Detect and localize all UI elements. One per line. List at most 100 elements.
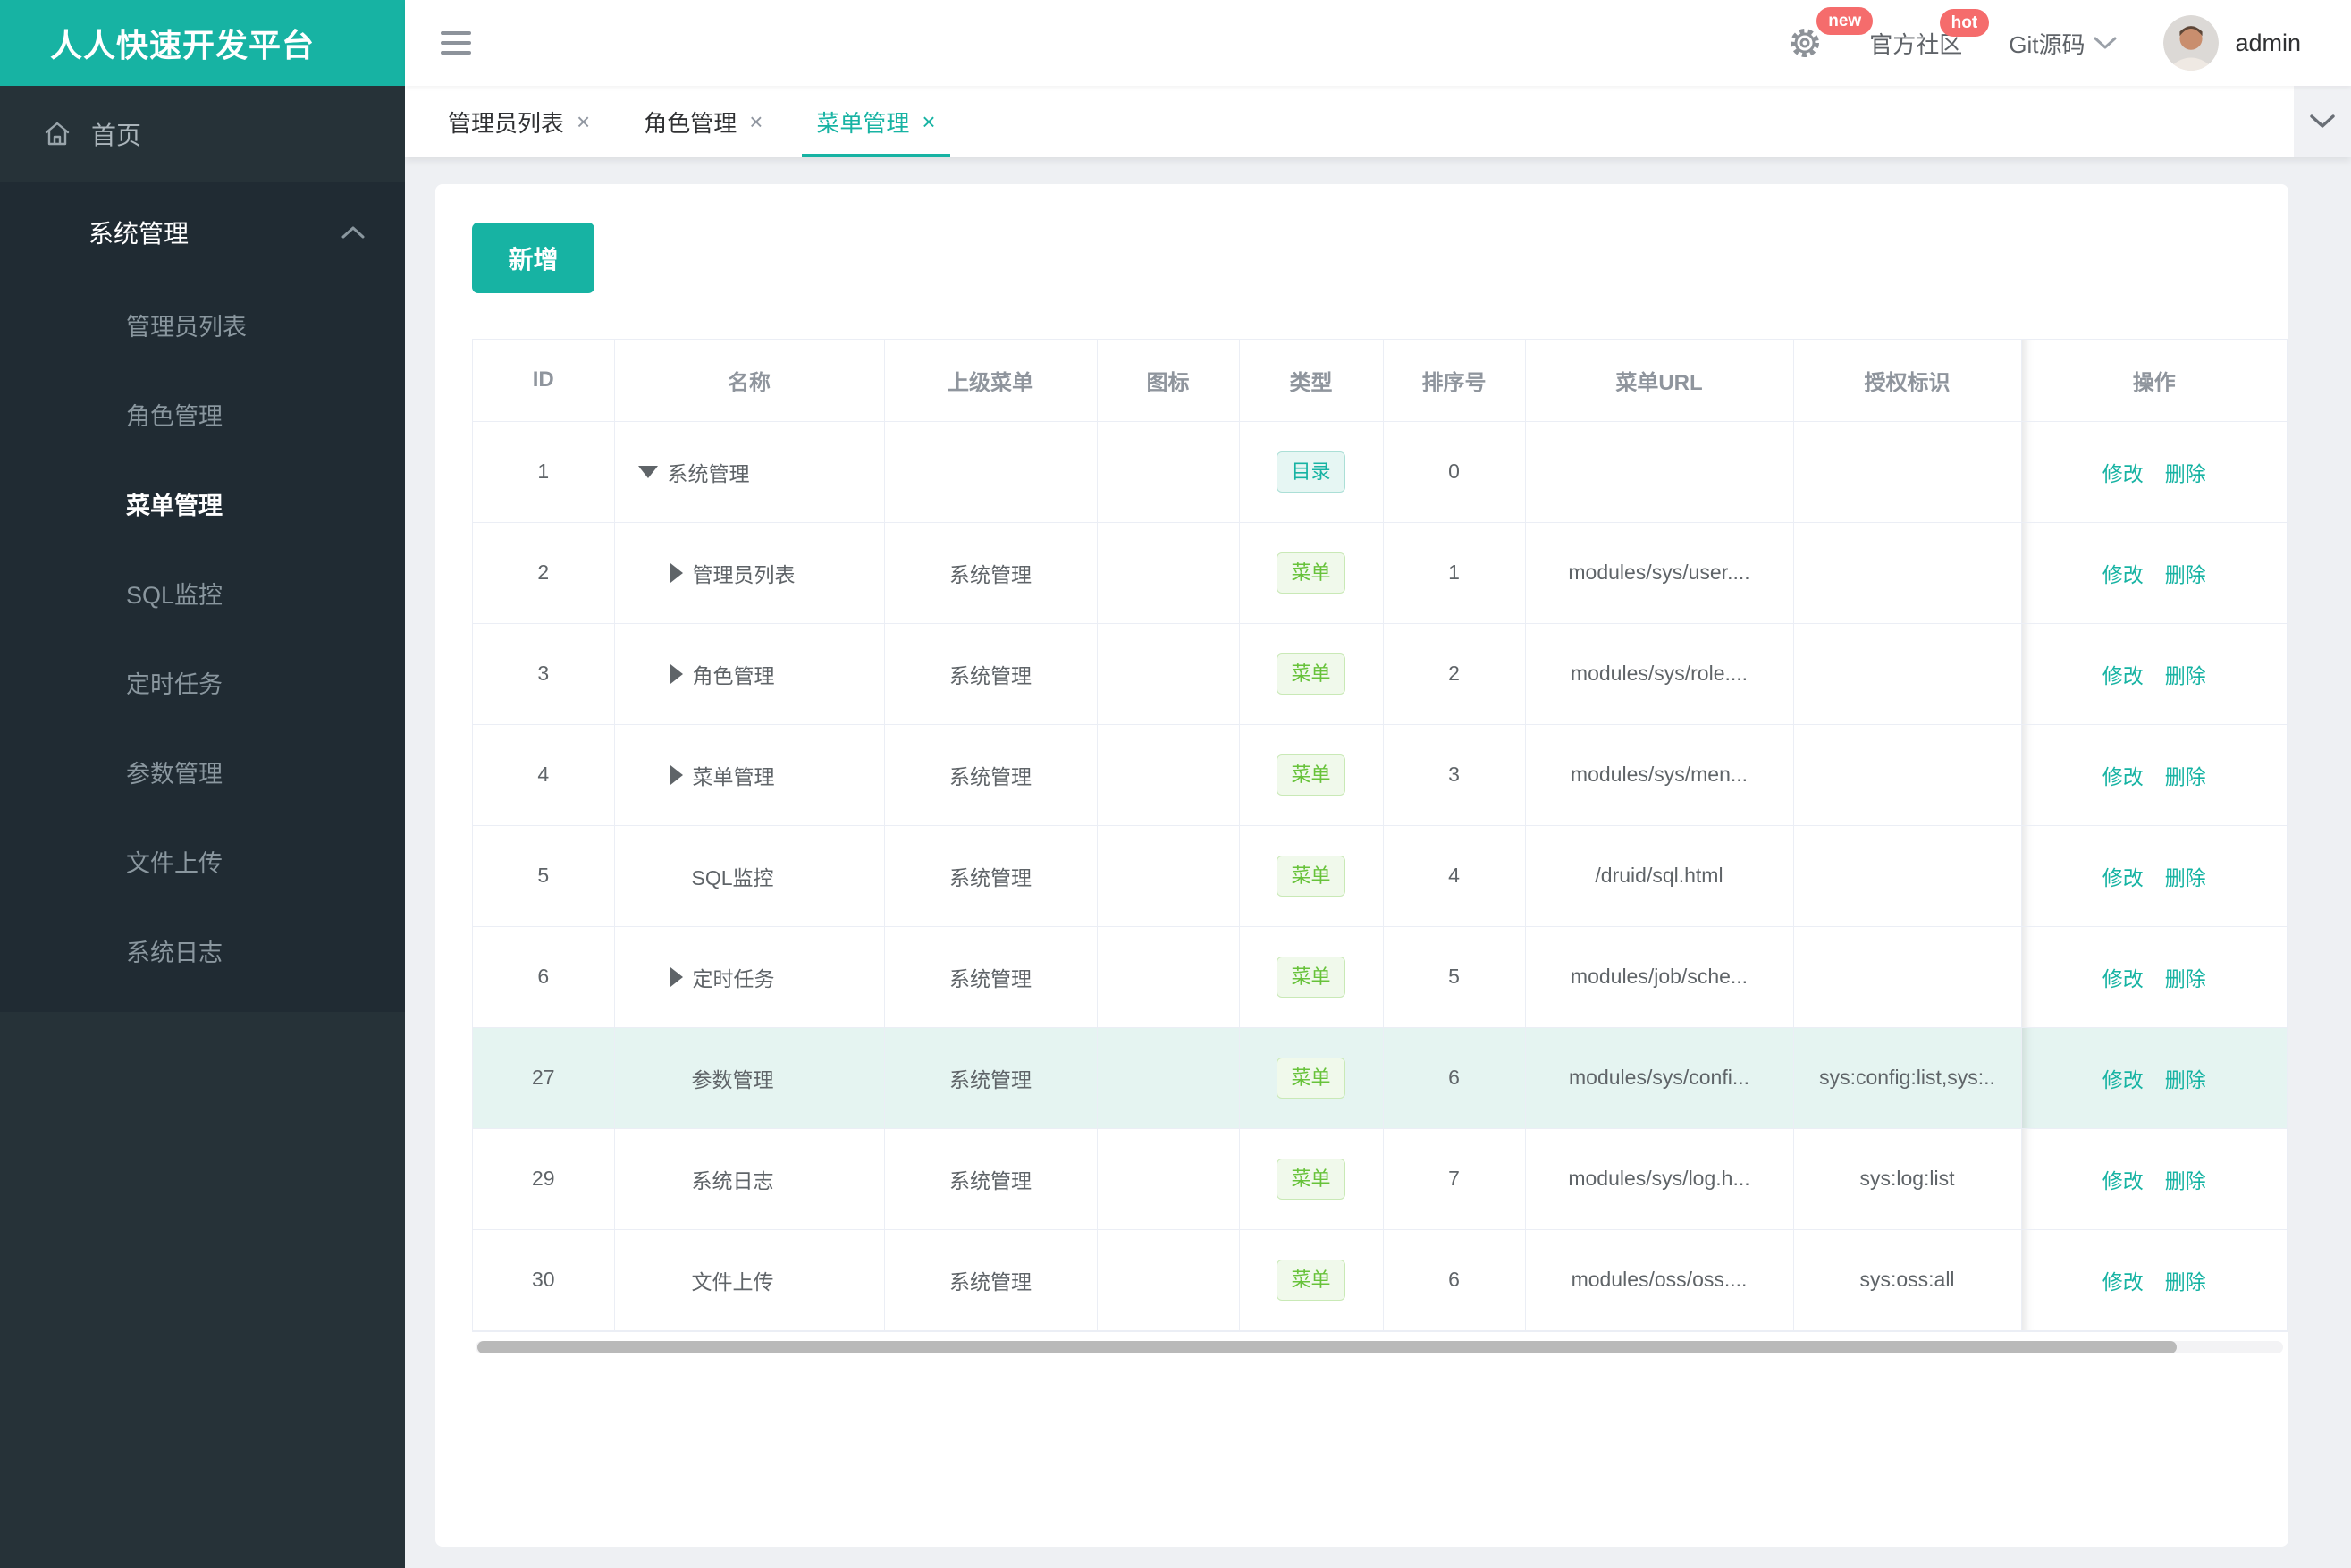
cell-id: 30 — [473, 1229, 615, 1331]
expand-arrow-icon[interactable] — [637, 465, 658, 478]
cell-url: modules/oss/oss.... — [1525, 1229, 1794, 1331]
cell-icon — [1097, 926, 1240, 1028]
edit-link[interactable]: 修改 — [2102, 664, 2144, 687]
sidebar-item-SQL监控[interactable]: SQL监控 — [0, 551, 405, 640]
sidebar-item-系统日志[interactable]: 系统日志 — [0, 908, 405, 998]
cell-id: 2 — [473, 522, 615, 624]
type-badge: 菜单 — [1277, 1158, 1345, 1200]
delete-link[interactable]: 删除 — [2165, 1068, 2206, 1092]
cell-icon — [1097, 421, 1240, 523]
tree-name: 系统管理 — [615, 457, 884, 487]
delete-link[interactable]: 删除 — [2165, 1169, 2206, 1193]
tree-name: 文件上传 — [615, 1265, 884, 1295]
edit-link[interactable]: 修改 — [2102, 1270, 2144, 1294]
table-row[interactable]: 2 管理员列表 系统管理 菜单 1 modules/sys/user.... 修改 删除 — [473, 522, 2287, 624]
table-row[interactable]: 3 角色管理 系统管理 菜单 2 modules/sys/role.... 修改 删除 — [473, 623, 2287, 725]
sidebar-item-角色管理[interactable]: 角色管理 — [0, 372, 405, 461]
delete-link[interactable]: 删除 — [2165, 462, 2206, 485]
cell-url: modules/sys/role.... — [1525, 623, 1794, 725]
theme-settings-button[interactable]: new — [1787, 7, 1874, 61]
sidebar-item-菜单管理[interactable]: 菜单管理 — [0, 461, 405, 551]
cell-perm — [1793, 825, 2022, 927]
table-row[interactable]: 29 系统日志 系统管理 菜单 7 modules/sys/log.h... sys:log… — [473, 1128, 2287, 1230]
tab-close-icon[interactable]: × — [922, 110, 935, 133]
type-badge: 菜单 — [1277, 956, 1345, 998]
sidebar-toggle-icon[interactable] — [441, 31, 471, 55]
sidebar-item-home[interactable]: 首页 — [0, 86, 405, 182]
cell-url: modules/sys/confi... — [1525, 1027, 1794, 1129]
sidebar-group-label: 系统管理 — [88, 220, 190, 248]
column-header-type: 类型 — [1239, 340, 1384, 422]
sidebar-item-参数管理[interactable]: 参数管理 — [0, 729, 405, 819]
edit-link[interactable]: 修改 — [2102, 866, 2144, 889]
sidebar-submenu: 管理员列表 角色管理 菜单管理 SQL监控 定时任务 参数管理 文件上传 系统日志 — [0, 282, 405, 998]
table-row[interactable]: 4 菜单管理 系统管理 菜单 3 modules/sys/men... 修改 删除 — [473, 724, 2287, 826]
cell-url: modules/sys/user.... — [1525, 522, 1794, 624]
delete-link[interactable]: 删除 — [2165, 1270, 2206, 1294]
collapse-arrow-icon[interactable] — [670, 663, 683, 684]
user-menu[interactable]: admin — [2163, 15, 2301, 71]
edit-link[interactable]: 修改 — [2102, 967, 2144, 991]
menu-name: 系统管理 — [667, 461, 750, 485]
tab-close-icon[interactable]: × — [577, 110, 590, 133]
tab-管理员列表[interactable]: 管理员列表 × — [434, 86, 604, 157]
edit-link[interactable]: 修改 — [2102, 1169, 2144, 1193]
collapse-arrow-icon[interactable] — [670, 764, 683, 785]
delete-link[interactable]: 删除 — [2165, 967, 2206, 991]
sidebar-item-管理员列表[interactable]: 管理员列表 — [0, 282, 405, 372]
cell-op: 修改 删除 — [2021, 623, 2287, 725]
horizontal-scrollbar-thumb[interactable] — [477, 1340, 2177, 1353]
add-button[interactable]: 新增 — [472, 223, 594, 293]
menu-name: SQL监控 — [691, 865, 774, 889]
table-row[interactable]: 1 系统管理 目录 0 修改 删除 — [473, 421, 2287, 523]
chevron-down-icon — [2310, 114, 2335, 128]
cell-op: 修改 删除 — [2021, 825, 2287, 927]
cell-sort: 4 — [1383, 825, 1526, 927]
column-header-id: ID — [473, 340, 615, 422]
delete-link[interactable]: 删除 — [2165, 563, 2206, 586]
cell-sort: 2 — [1383, 623, 1526, 725]
cell-op: 修改 删除 — [2021, 1027, 2287, 1129]
chevron-down-icon — [2094, 37, 2117, 49]
edit-link[interactable]: 修改 — [2102, 563, 2144, 586]
table-row[interactable]: 30 文件上传 系统管理 菜单 6 modules/oss/oss.... sys:oss:… — [473, 1229, 2287, 1331]
cell-icon — [1097, 724, 1240, 826]
table-row[interactable]: 6 定时任务 系统管理 菜单 5 modules/job/sche... 修改 删除 — [473, 926, 2287, 1028]
git-source-link[interactable]: Git源码 — [2009, 27, 2117, 60]
cell-name: 角色管理 — [614, 623, 885, 725]
menu-name: 定时任务 — [692, 966, 775, 991]
collapse-arrow-icon[interactable] — [670, 562, 683, 583]
hot-badge: hot — [1939, 8, 1990, 37]
menu-table: ID 名称 上级菜单 图标 类型 排序号 菜单URL 授权标识 操作 1 系统管理 目录 0 修改 删除 2… — [472, 339, 2288, 1332]
tab-角色管理[interactable]: 角色管理 × — [629, 86, 777, 157]
community-link[interactable]: 官方社区 hot — [1869, 8, 1990, 60]
sidebar: 首页 系统管理 管理员列表 角色管理 菜单管理 SQL监控 定时任务 参数管理 文件上传 系统… — [0, 86, 405, 1568]
cell-url — [1525, 421, 1794, 523]
cell-op: 修改 删除 — [2021, 421, 2287, 523]
edit-link[interactable]: 修改 — [2102, 765, 2144, 788]
sidebar-item-文件上传[interactable]: 文件上传 — [0, 819, 405, 908]
sidebar-group-system-header[interactable]: 系统管理 — [0, 182, 405, 282]
tab-overflow-button[interactable] — [2294, 86, 2351, 157]
edit-link[interactable]: 修改 — [2102, 1068, 2144, 1092]
table-row[interactable]: 27 参数管理 系统管理 菜单 6 modules/sys/confi... sys:con… — [473, 1027, 2287, 1129]
edit-link[interactable]: 修改 — [2102, 462, 2144, 485]
cell-sort: 6 — [1383, 1229, 1526, 1331]
type-badge: 菜单 — [1277, 1057, 1345, 1099]
delete-link[interactable]: 删除 — [2165, 664, 2206, 687]
sidebar-item-定时任务[interactable]: 定时任务 — [0, 640, 405, 729]
content: 新增 ID 名称 上级菜单 图标 类型 排序号 菜单URL 授权标识 操作 1 系统管理 目录 0 修改… — [405, 157, 2351, 1568]
cell-sort: 0 — [1383, 421, 1526, 523]
tab-菜单管理[interactable]: 菜单管理 × — [802, 86, 950, 157]
delete-link[interactable]: 删除 — [2165, 866, 2206, 889]
menu-name: 参数管理 — [691, 1067, 774, 1092]
delete-link[interactable]: 删除 — [2165, 765, 2206, 788]
cell-op: 修改 删除 — [2021, 926, 2287, 1028]
cell-name: 管理员列表 — [614, 522, 885, 624]
table-header-row: ID 名称 上级菜单 图标 类型 排序号 菜单URL 授权标识 操作 — [473, 340, 2287, 422]
avatar[interactable] — [2163, 15, 2220, 71]
table-row[interactable]: 5 SQL监控 系统管理 菜单 4/druid/sql.html 修改 删除 — [473, 825, 2287, 927]
tab-close-icon[interactable]: × — [749, 110, 763, 133]
collapse-arrow-icon[interactable] — [670, 966, 683, 987]
column-header-parent: 上级菜单 — [884, 340, 1098, 422]
